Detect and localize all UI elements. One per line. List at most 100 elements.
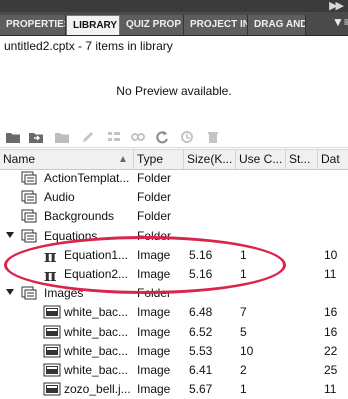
- preview-text: No Preview available.: [116, 84, 232, 98]
- sort-ascending-icon: ▲: [118, 154, 128, 165]
- item-type: Image: [137, 344, 171, 358]
- item-name: Audio: [44, 190, 75, 204]
- item-size: 6.41: [189, 363, 213, 377]
- folder-icon: [21, 190, 37, 207]
- item-status: [290, 188, 316, 207]
- delete-icon[interactable]: [205, 130, 221, 144]
- item-date: 11: [324, 267, 337, 281]
- item-size: 6.48: [189, 305, 213, 319]
- item-status: [290, 303, 316, 322]
- item-type: Folder: [137, 209, 172, 223]
- preview-area: No Preview available.: [0, 56, 348, 128]
- folder-row[interactable]: ActionTemplat... Folder: [0, 169, 348, 188]
- table-header: Name ▲ Type Size(K... Use C... St... Dat: [0, 149, 348, 170]
- item-use-count: 10: [240, 344, 254, 358]
- tab-project-info[interactable]: PROJECT IN: [184, 15, 248, 35]
- tab-library[interactable]: LIBRARY: [66, 15, 120, 35]
- item-name: white_bac...: [64, 344, 129, 358]
- library-toolbar: [0, 128, 348, 148]
- image-icon: [43, 382, 61, 399]
- item-use-count: 5: [240, 325, 247, 339]
- collapse-icon[interactable]: ▶▶: [329, 0, 344, 12]
- new-folder-icon[interactable]: [5, 130, 21, 144]
- item-status: [290, 207, 316, 226]
- folder-icon: [21, 209, 37, 226]
- item-use-count: [240, 227, 284, 246]
- column-header-type[interactable]: Type: [134, 150, 184, 169]
- item-date: 16: [324, 325, 338, 339]
- item-size: 5.53: [189, 344, 213, 358]
- table-row[interactable]: zozo_bell.j... Image 5.67 1 11: [0, 380, 348, 399]
- table-row[interactable]: white_bac... Image 6.48 7 16: [0, 303, 348, 322]
- image-icon: [43, 325, 61, 342]
- item-type: Image: [137, 382, 171, 396]
- item-use-count: 2: [240, 363, 247, 377]
- export-icon[interactable]: [54, 130, 70, 144]
- item-use-count: 1: [240, 382, 247, 396]
- item-use-count: [240, 284, 284, 303]
- item-date: [324, 207, 348, 226]
- item-use-count: 7: [240, 305, 247, 319]
- item-use-count: [240, 188, 284, 207]
- item-status: [290, 246, 316, 265]
- folder-row[interactable]: Backgrounds Folder: [0, 207, 348, 226]
- item-date: 22: [324, 344, 338, 358]
- item-use-count: [240, 207, 284, 226]
- column-header-use-count[interactable]: Use C...: [236, 150, 286, 169]
- tab-properties[interactable]: PROPERTIES: [0, 15, 66, 35]
- import-icon[interactable]: [28, 130, 44, 144]
- table-row[interactable]: white_bac... Image 5.53 10 22: [0, 342, 348, 361]
- folder-icon: [21, 171, 37, 188]
- item-date: [324, 188, 348, 207]
- item-status: [290, 227, 316, 246]
- panel-topbar: ▶▶: [0, 0, 348, 12]
- item-name: white_bac...: [64, 305, 129, 319]
- folder-row[interactable]: Audio Folder: [0, 188, 348, 207]
- table-row[interactable]: white_bac... Image 6.52 5 16: [0, 323, 348, 342]
- image-icon: [43, 363, 61, 380]
- usage-icon[interactable]: [130, 130, 146, 144]
- item-size: [189, 169, 235, 188]
- select-unused-icon[interactable]: [180, 130, 196, 144]
- expand-toggle-icon[interactable]: [6, 289, 14, 295]
- expand-toggle-icon[interactable]: [6, 232, 14, 238]
- item-use-count: [240, 169, 284, 188]
- image-icon: [43, 305, 61, 322]
- item-name: Backgrounds: [44, 209, 115, 223]
- image-icon: [43, 344, 61, 361]
- item-size: 5.67: [189, 382, 213, 396]
- tab-drag-and-drop[interactable]: DRAG AND: [248, 15, 306, 35]
- properties-icon[interactable]: [106, 130, 122, 144]
- item-name: ActionTemplat...: [44, 171, 130, 185]
- item-date: 11: [324, 382, 337, 396]
- item-status: [290, 342, 316, 361]
- folder-icon: [21, 229, 37, 246]
- item-type: Folder: [137, 190, 172, 204]
- column-header-name[interactable]: Name: [0, 150, 134, 169]
- panel-menu-icon[interactable]: ▼≡: [332, 14, 348, 32]
- highlight-annotation: [4, 236, 286, 294]
- item-date: 10: [324, 248, 338, 262]
- edit-icon[interactable]: [80, 130, 96, 144]
- toolbar-divider: [0, 147, 348, 148]
- item-type: Image: [137, 325, 171, 339]
- panel-tabs: PROPERTIES LIBRARY QUIZ PROP PROJECT IN …: [0, 12, 348, 36]
- update-icon[interactable]: [154, 130, 170, 144]
- item-type: Image: [137, 305, 171, 319]
- item-name: white_bac...: [64, 325, 129, 339]
- item-size: [189, 188, 235, 207]
- item-date: [324, 227, 348, 246]
- item-date: [324, 284, 348, 303]
- column-header-status[interactable]: St...: [286, 150, 318, 169]
- item-date: 16: [324, 305, 338, 319]
- folder-icon: [21, 286, 37, 303]
- column-header-date[interactable]: Dat: [318, 150, 348, 169]
- item-size: 6.52: [189, 325, 213, 339]
- tab-quiz-properties[interactable]: QUIZ PROP: [120, 15, 184, 35]
- item-date: 25: [324, 363, 338, 377]
- item-name: zozo_bell.j...: [64, 382, 131, 396]
- item-date: [324, 169, 348, 188]
- table-row[interactable]: white_bac... Image 6.41 2 25: [0, 361, 348, 380]
- column-header-size[interactable]: Size(K...: [184, 150, 236, 169]
- item-status: [290, 284, 316, 303]
